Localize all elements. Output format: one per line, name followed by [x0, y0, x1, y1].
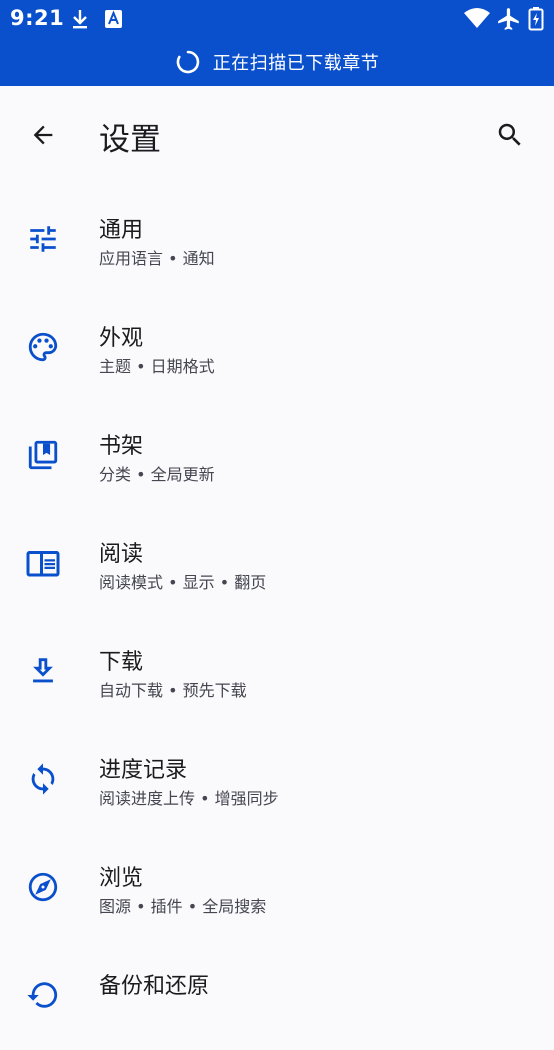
banner-text: 正在扫描已下载章节 [212, 53, 380, 74]
settings-item-title: 阅读 [99, 542, 144, 567]
settings-item-general[interactable]: 通用 应用语言 • 通知 [0, 186, 554, 294]
scanning-banner: 正在扫描已下载章节 [0, 38, 554, 86]
status-time: 9:21 [10, 6, 65, 30]
settings-item-title: 进度记录 [99, 758, 188, 783]
settings-item-title: 浏览 [99, 866, 144, 891]
tune-icon [23, 219, 63, 259]
settings-item-subtitle: 自动下载 • 预先下载 [99, 681, 247, 700]
page-title: 设置 [99, 122, 161, 158]
search-button[interactable] [488, 113, 532, 157]
back-button[interactable] [22, 113, 64, 157]
wifi-icon [463, 7, 491, 29]
palette-icon [23, 327, 63, 367]
sync-icon [23, 759, 63, 799]
top-app-bar: 设置 [0, 86, 554, 186]
download-icon [23, 651, 63, 691]
settings-item-subtitle: 图源 • 插件 • 全局搜索 [99, 897, 267, 916]
library-icon [23, 435, 63, 475]
chrome-reader-icon [23, 543, 63, 583]
settings-item-subtitle: 阅读进度上传 • 增强同步 [99, 789, 279, 808]
settings-item-subtitle: 主题 • 日期格式 [99, 357, 215, 376]
settings-item-browse[interactable]: 浏览 图源 • 插件 • 全局搜索 [0, 834, 554, 942]
search-icon [495, 120, 525, 150]
settings-item-title: 书架 [99, 434, 144, 459]
settings-item-tracking[interactable]: 进度记录 阅读进度上传 • 增强同步 [0, 726, 554, 834]
explore-icon [23, 867, 63, 907]
settings-item-title: 外观 [99, 326, 144, 351]
settings-item-downloads[interactable]: 下载 自动下载 • 预先下载 [0, 618, 554, 726]
settings-list: 通用 应用语言 • 通知 外观 主题 • 日期格式 书架 分类 • 全局更新 阅… [0, 186, 554, 1050]
backup-icon [23, 975, 63, 1015]
settings-item-subtitle: 阅读模式 • 显示 • 翻页 [99, 573, 267, 592]
settings-item-subtitle: 分类 • 全局更新 [99, 465, 215, 484]
settings-item-title: 通用 [99, 218, 144, 243]
settings-item-title: 备份和还原 [99, 974, 210, 999]
download-notification-icon [70, 8, 90, 30]
settings-item-appearance[interactable]: 外观 主题 • 日期格式 [0, 294, 554, 402]
settings-item-reader[interactable]: 阅读 阅读模式 • 显示 • 翻页 [0, 510, 554, 618]
settings-item-title: 下载 [99, 650, 144, 675]
battery-icon [528, 7, 544, 31]
arrow-back-icon [29, 121, 57, 149]
app-notification-icon [104, 8, 124, 30]
airplane-mode-icon [496, 6, 522, 32]
settings-item-backup[interactable]: 备份和还原 [0, 942, 554, 1050]
settings-item-subtitle: 应用语言 • 通知 [99, 249, 215, 268]
loading-spinner-icon [175, 49, 201, 75]
settings-item-library[interactable]: 书架 分类 • 全局更新 [0, 402, 554, 510]
status-bar: 9:21 [0, 0, 554, 38]
